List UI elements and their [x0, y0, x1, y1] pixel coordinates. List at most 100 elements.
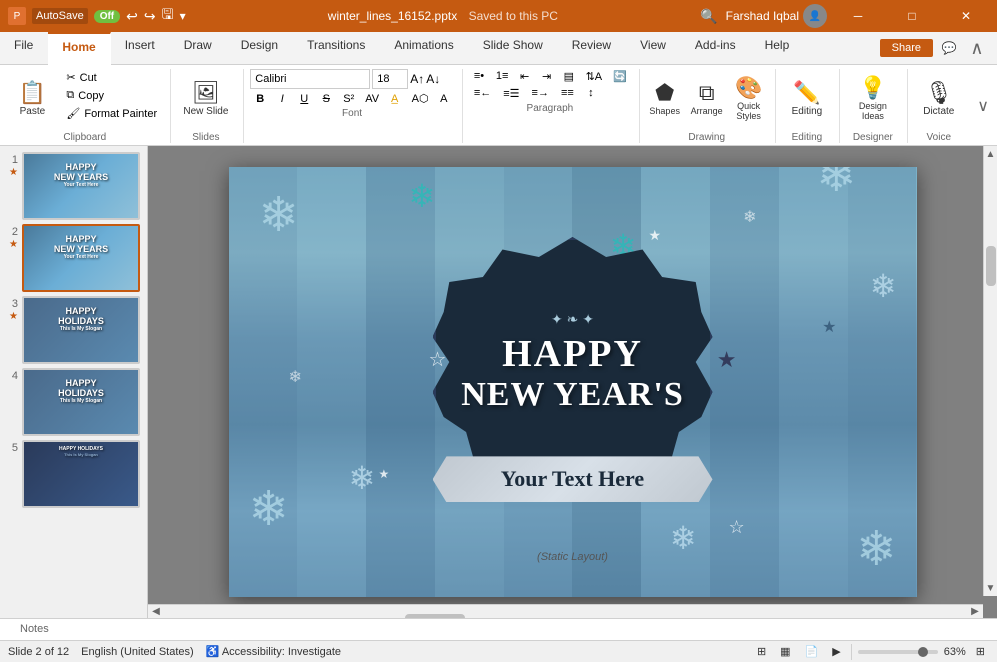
tab-draw[interactable]: Draw	[170, 32, 227, 64]
paste-btn[interactable]: 📋 Paste	[6, 69, 58, 129]
strikethrough-btn[interactable]: S	[316, 92, 336, 106]
view-slide-sorter-btn[interactable]: ▦	[776, 645, 794, 658]
align-left-btn[interactable]: ≡←	[469, 86, 496, 101]
slide-thumb-4[interactable]: HAPPYHOLIDAYS This Is My Slogan	[22, 368, 140, 436]
slide-thumb-1[interactable]: HAPPYNEW YEARS Your Text Here	[22, 152, 140, 220]
text-color-btn[interactable]: A̲	[385, 92, 405, 106]
search-icon[interactable]: 🔍	[700, 8, 717, 25]
view-reading-btn[interactable]: 📄	[801, 645, 823, 658]
tab-help[interactable]: Help	[751, 32, 805, 64]
font-family-input[interactable]	[250, 69, 370, 89]
shapes-btn[interactable]: ⬟ Shapes	[645, 69, 685, 129]
editing-btn[interactable]: ✏️ Editing	[782, 69, 832, 129]
slide-star-2: ★	[9, 239, 18, 250]
font-size-input[interactable]	[372, 69, 408, 89]
align-center-btn[interactable]: ≡☰	[498, 86, 524, 101]
paragraph-group-label: Paragraph	[527, 103, 574, 114]
tab-insert[interactable]: Insert	[111, 32, 170, 64]
slide-emblem[interactable]: ✦ ❧ ✦ HAPPY NEW YEAR'S	[433, 237, 713, 487]
ribbon-group-paragraph: ≡• 1≡ ⇤ ⇥ ▤ ⇅A 🔄 ≡← ≡☰ ≡→ ≡≡ ↕ Paragraph	[465, 69, 640, 143]
zoom-thumb[interactable]	[918, 647, 928, 657]
slide-thumb-5[interactable]: HAPPY HOLIDAYS This Is My Slogan	[22, 440, 140, 508]
format-painter-btn[interactable]: 🖌 Format Painter	[60, 105, 163, 122]
minimize-btn[interactable]: ─	[835, 0, 881, 32]
slide-thumb-container-3: 3 ★ HAPPYHOLIDAYS This Is My Slogan	[4, 296, 143, 364]
share-btn[interactable]: Share	[880, 39, 933, 57]
fit-slide-btn[interactable]: ⊞	[972, 645, 989, 658]
font-size-decrease-btn[interactable]: A↓	[426, 72, 440, 86]
bold-btn[interactable]: B	[250, 92, 270, 106]
underline-btn[interactable]: U	[294, 92, 314, 106]
tab-addins[interactable]: Add-ins	[681, 32, 751, 64]
autosave-toggle[interactable]: Off	[94, 10, 120, 23]
scroll-right-btn[interactable]: ▶	[967, 605, 983, 618]
tab-design[interactable]: Design	[227, 32, 293, 64]
scroll-down-btn[interactable]: ▼	[984, 580, 997, 596]
align-right-btn[interactable]: ≡→	[527, 86, 554, 101]
stripe-9	[779, 167, 848, 597]
decrease-indent-btn[interactable]: ⇤	[515, 69, 535, 84]
arrange-btn[interactable]: ⧉ Arrange	[687, 69, 727, 129]
ribbon-group-font: A↑ A↓ B I U S S² AV A̲ A⬡ A Font	[246, 69, 463, 143]
slide-thumb-container-1: 1 ★ HAPPYNEW YEARS Your Text Here	[4, 152, 143, 220]
increase-indent-btn[interactable]: ⇥	[537, 69, 557, 84]
notes-tab[interactable]: Notes	[8, 621, 61, 639]
slide-canvas[interactable]: ❄ ❄ ❄ ❄ ❄ ❄ ❄ ❄ ❄ ❄ ❄ ★ ❄ ☆ ★ ★ ☆ ★ ★ ✦ …	[229, 167, 917, 597]
view-normal-btn[interactable]: ⊞	[753, 645, 770, 658]
new-slide-btn[interactable]: 🖼 New Slide	[176, 69, 236, 129]
bullets-btn[interactable]: ≡•	[469, 69, 489, 84]
char-spacing-btn[interactable]: AV	[360, 92, 382, 106]
static-label: (Static Layout)	[537, 551, 608, 563]
snowflake-dark-1: ★	[822, 317, 836, 337]
tab-view[interactable]: View	[626, 32, 681, 64]
language: English (United States)	[81, 646, 194, 658]
accessibility-btn[interactable]: ♿ Accessibility: Investigate	[206, 645, 341, 658]
copy-btn[interactable]: ⧉ Copy	[60, 87, 163, 104]
convert-smartart-btn[interactable]: 🔄	[608, 69, 631, 84]
italic-btn[interactable]: I	[272, 92, 292, 106]
tab-home[interactable]: Home	[48, 32, 110, 65]
close-btn[interactable]: ✕	[943, 0, 989, 32]
numbering-btn[interactable]: 1≡	[491, 69, 513, 84]
redo-btn[interactable]: ↪	[144, 8, 156, 25]
canvas-hscrollbar[interactable]: ◀ ▶	[148, 604, 983, 618]
status-bar: Slide 2 of 12 English (United States) ♿ …	[0, 640, 997, 662]
ribbon-expander[interactable]: ∨	[973, 69, 993, 143]
quick-styles-btn[interactable]: 🎨 Quick Styles	[729, 69, 769, 129]
tab-slideshow[interactable]: Slide Show	[469, 32, 558, 64]
tab-animations[interactable]: Animations	[380, 32, 468, 64]
dictate-btn[interactable]: 🎙 Dictate	[914, 69, 964, 129]
scroll-thumb[interactable]	[986, 246, 996, 286]
shadow-btn[interactable]: S²	[338, 92, 358, 106]
justify-btn[interactable]: ≡≡	[556, 86, 579, 101]
tab-transitions[interactable]: Transitions	[293, 32, 380, 64]
text-direction-btn[interactable]: ⇅A	[581, 69, 607, 84]
quick-access-btn[interactable]: 🖫	[162, 4, 174, 28]
scroll-left-btn[interactable]: ◀	[148, 605, 164, 618]
text-highlight-btn[interactable]: A⬡	[407, 91, 432, 106]
tab-file[interactable]: File	[0, 32, 48, 64]
zoom-slider[interactable]	[858, 650, 938, 654]
design-ideas-btn[interactable]: 💡 Design Ideas	[846, 69, 900, 129]
columns-btn[interactable]: ▤	[559, 69, 579, 84]
font-size-increase-btn[interactable]: A↑	[410, 72, 424, 86]
status-sep	[851, 644, 852, 660]
scroll-up-btn[interactable]: ▲	[984, 146, 997, 162]
slide-banner[interactable]: Your Text Here	[433, 456, 713, 502]
cut-btn[interactable]: ✂ Cut	[60, 69, 163, 86]
ribbon-collapse-btn[interactable]: ∧	[965, 36, 989, 60]
maximize-btn[interactable]: □	[889, 0, 935, 32]
slide-thumb-3[interactable]: HAPPYHOLIDAYS This Is My Slogan	[22, 296, 140, 364]
canvas-area[interactable]: ❄ ❄ ❄ ❄ ❄ ❄ ❄ ❄ ❄ ❄ ❄ ★ ❄ ☆ ★ ★ ☆ ★ ★ ✦ …	[148, 146, 997, 618]
scroll-track	[984, 162, 997, 580]
hscroll-thumb[interactable]	[405, 614, 465, 619]
snowflake-5: ❄	[856, 521, 896, 577]
line-spacing-btn[interactable]: ↕	[581, 86, 601, 101]
comments-btn[interactable]: 💬	[937, 36, 961, 60]
undo-btn[interactable]: ↩	[126, 8, 138, 25]
tab-review[interactable]: Review	[558, 32, 626, 64]
canvas-vscrollbar[interactable]: ▲ ▼	[983, 146, 997, 596]
view-slideshow-btn[interactable]: ▶	[828, 645, 844, 658]
font-color-btn[interactable]: A	[434, 92, 454, 106]
slide-thumb-2[interactable]: HAPPYNEW YEARS Your Text Here	[22, 224, 140, 292]
